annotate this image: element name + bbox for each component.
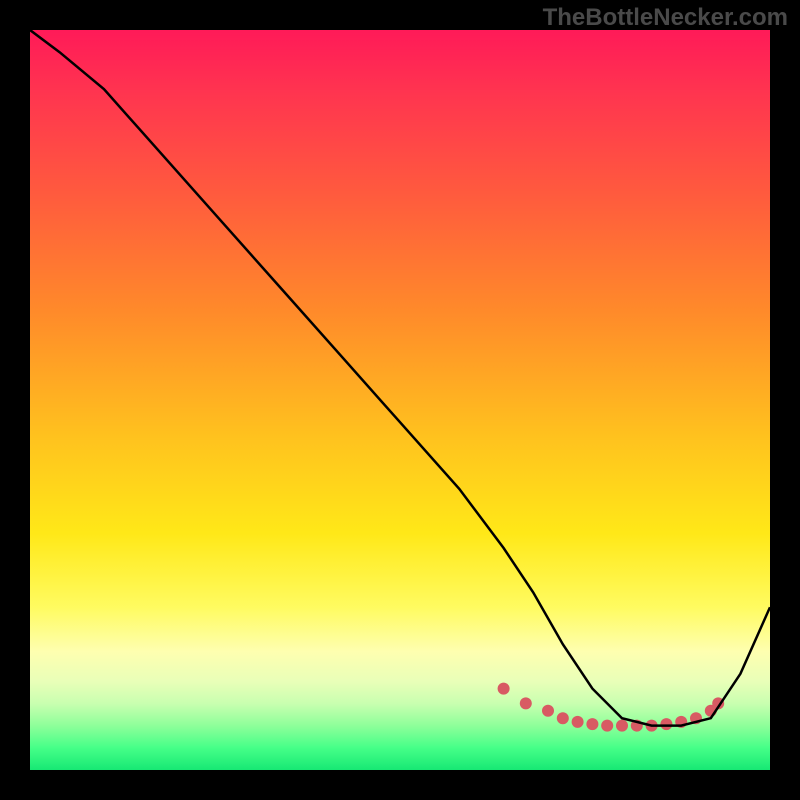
chart-frame: TheBottleNecker.com bbox=[0, 0, 800, 800]
highlight-dot bbox=[601, 720, 613, 732]
plot-area bbox=[30, 30, 770, 770]
highlight-dot bbox=[520, 697, 532, 709]
highlight-dot bbox=[586, 718, 598, 730]
bottleneck-curve bbox=[30, 30, 770, 726]
highlight-dot bbox=[572, 716, 584, 728]
highlight-dot bbox=[542, 705, 554, 717]
highlight-dot bbox=[498, 683, 510, 695]
highlight-dot bbox=[660, 718, 672, 730]
watermark-text: TheBottleNecker.com bbox=[543, 4, 788, 32]
highlight-dot bbox=[557, 712, 569, 724]
curve-layer bbox=[30, 30, 770, 770]
highlight-dot bbox=[616, 720, 628, 732]
